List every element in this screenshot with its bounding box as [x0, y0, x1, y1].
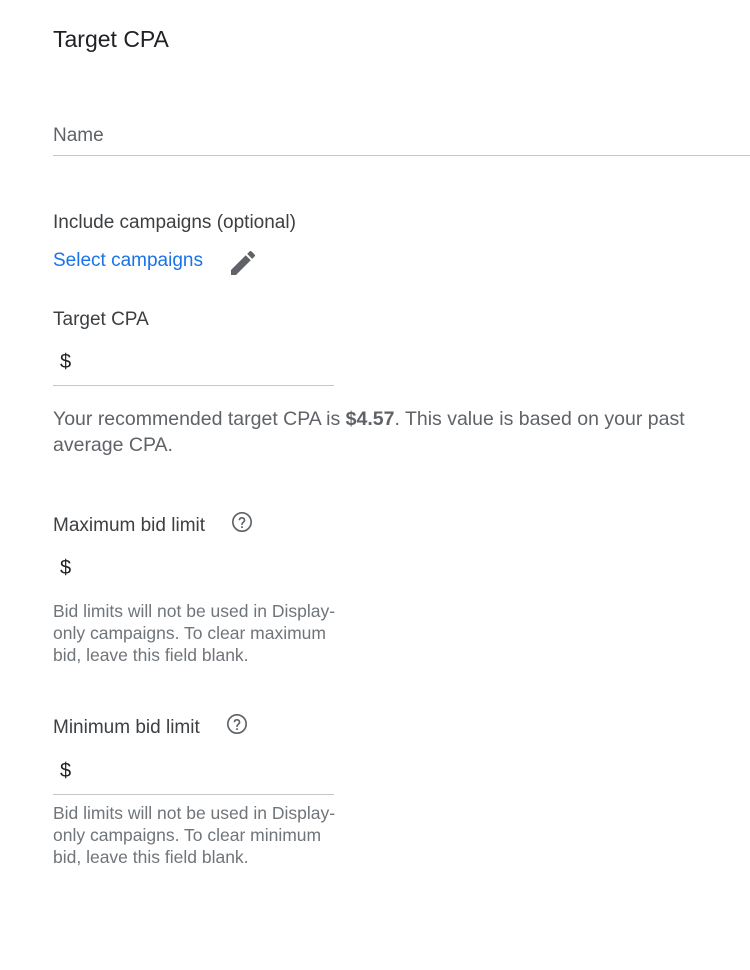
recommendation-prefix: Your recommended target CPA is [53, 408, 346, 430]
target-cpa-field: $ [53, 342, 334, 386]
help-circle-icon[interactable] [226, 713, 248, 735]
name-input[interactable] [53, 116, 750, 156]
min-bid-label: Minimum bid limit [53, 717, 200, 738]
recommendation-text: Your recommended target CPA is $4.57. Th… [53, 406, 703, 458]
include-campaigns-label: Include campaigns (optional) [53, 212, 296, 233]
currency-symbol: $ [60, 760, 72, 782]
max-bid-input[interactable] [79, 552, 329, 586]
min-bid-input[interactable] [79, 755, 329, 789]
currency-symbol: $ [60, 351, 72, 373]
pencil-icon[interactable] [227, 247, 259, 279]
select-campaigns-link[interactable]: Select campaigns [53, 250, 203, 272]
min-bid-hint: Bid limits will not be used in Display-o… [53, 803, 336, 867]
max-bid-field: $ [53, 548, 334, 592]
recommended-amount: $4.57 [345, 408, 395, 430]
max-bid-hint: Bid limits will not be used in Display-o… [53, 601, 336, 665]
target-cpa-label: Target CPA [53, 309, 149, 330]
target-cpa-input[interactable] [79, 346, 329, 380]
help-circle-icon[interactable] [231, 511, 253, 533]
page-title: Target CPA [53, 26, 169, 52]
currency-symbol: $ [60, 557, 72, 579]
max-bid-label: Maximum bid limit [53, 515, 206, 536]
min-bid-field: $ [53, 751, 334, 795]
